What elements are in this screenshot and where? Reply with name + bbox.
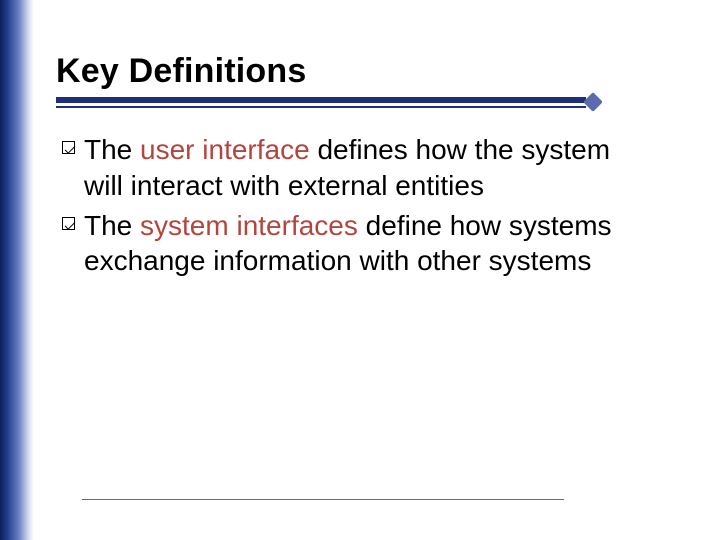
slide-title: Key Definitions — [56, 52, 656, 91]
slide-body: The user interface defines how the syste… — [62, 132, 622, 283]
footer-divider — [82, 499, 564, 500]
bullet-text-pre: The — [84, 134, 140, 165]
checkbox-bullet-icon — [62, 217, 75, 230]
slide: Key Definitions The user interface defin… — [0, 0, 720, 540]
bullet-text-emphasis: system interfaces — [140, 210, 358, 241]
title-block: Key Definitions — [56, 52, 656, 111]
bullet-item: The system interfaces define how systems… — [62, 208, 622, 280]
bullet-item: The user interface defines how the syste… — [62, 132, 622, 204]
title-underline-thick — [56, 97, 586, 103]
title-underline — [56, 97, 656, 111]
checkbox-bullet-icon — [62, 141, 75, 154]
bullet-text-emphasis: user interface — [140, 134, 310, 165]
left-gradient-bar — [0, 0, 34, 540]
title-underline-cap-icon — [583, 92, 603, 112]
title-underline-thin — [56, 106, 586, 108]
bullet-text-pre: The — [84, 210, 140, 241]
